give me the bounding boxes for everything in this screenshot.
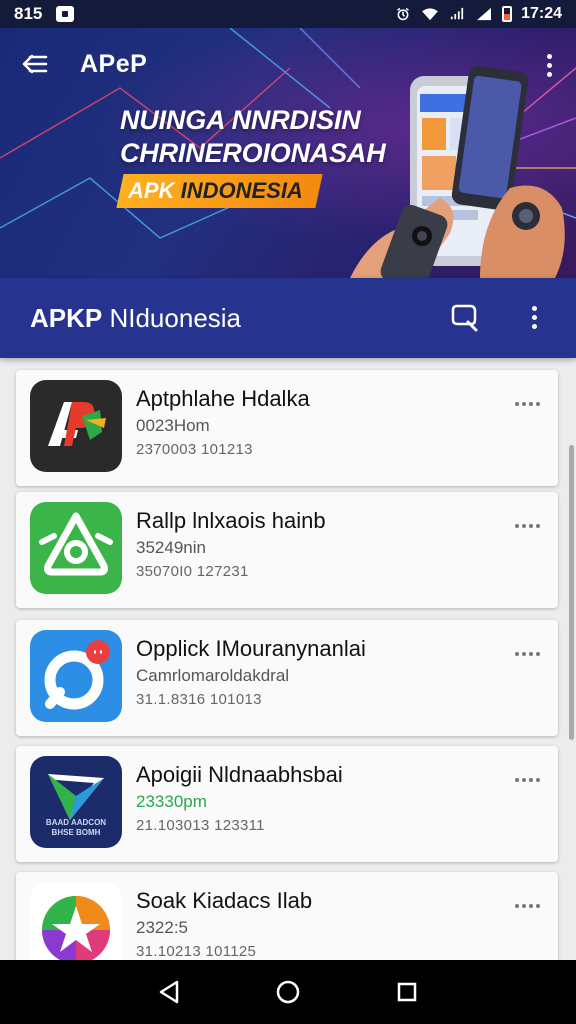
app-icon-caption: BAAD AADCON BHSE BOMH [45, 818, 107, 837]
hero-headline-line2: CHRINEROIONASAH [120, 138, 386, 168]
app-card[interactable]: BAAD AADCON BHSE BOMH Apoigii Nldnaabhsb… [16, 746, 558, 862]
app-more-icon[interactable] [515, 904, 540, 908]
app-dark-logo-icon [30, 380, 122, 472]
app-color-star-icon [30, 882, 122, 960]
app-green-triangle-icon [30, 502, 122, 594]
app-subtitle: 2322:5 [136, 918, 188, 937]
app-subtitle: Camrlomaroldakdral [136, 666, 290, 685]
app-name: Rallp lnlxaois hainb [136, 508, 326, 533]
search-icon[interactable] [448, 302, 480, 334]
signal-icon [450, 7, 464, 20]
status-time-left: 815 [14, 4, 43, 23]
status-bar: 815 17:24 [0, 0, 576, 28]
nav-home-icon[interactable] [273, 977, 303, 1007]
alarm-icon [397, 7, 409, 21]
app-name: Apoigii Nldnaabhsbai [136, 762, 343, 787]
hero-banner: APeP NUINGA NNRDISIN CHRINEROIONASAH APK… [0, 28, 576, 278]
app-subtitle: 23330pm [136, 792, 207, 811]
app-header-title: APKP NIduonesia [30, 303, 241, 334]
app-subtitle: 35249nin [136, 538, 206, 557]
app-date: 2370003 101213 [136, 441, 253, 458]
navigation-bar [0, 960, 576, 1024]
hero-tag-indonesia: INDONESIA [180, 178, 303, 203]
app-header-title-rest: NIduonesia [102, 302, 242, 333]
app-subtitle: 0023Hom [136, 416, 210, 435]
app-list: Aptphlahe Hdalka 0023Hom 2370003 101213 … [0, 358, 576, 960]
app-card[interactable]: Aptphlahe Hdalka 0023Hom 2370003 101213 [16, 370, 558, 486]
app-card[interactable]: Soak Kiadacs Ilab 2322:5 31.10213 101125 [16, 872, 558, 960]
app-card[interactable]: Opplick IMouranynanlai Camrlomaroldakdra… [16, 620, 558, 736]
hero-headline: NUINGA NNRDISIN CHRINEROIONASAH [120, 104, 386, 170]
battery-icon [502, 6, 513, 22]
app-card[interactable]: Rallp lnlxaois hainb 35249nin 35070I0 12… [16, 492, 558, 608]
app-name: Aptphlahe Hdalka [136, 386, 310, 411]
scrollbar[interactable] [569, 445, 574, 740]
app-date: 35070I0 127231 [136, 563, 249, 580]
signal-2-icon [477, 7, 492, 21]
header-more-icon[interactable] [532, 306, 537, 329]
app-date: 31.1.8316 101013 [136, 691, 262, 708]
app-name: Soak Kiadacs Ilab [136, 888, 313, 913]
nav-back-icon[interactable] [154, 977, 184, 1007]
hero-brand: APeP [80, 49, 148, 78]
nav-recents-icon[interactable] [392, 977, 422, 1007]
app-navy-arrow-icon: BAAD AADCON BHSE BOMH [30, 756, 122, 848]
app-blue-circle-icon [30, 630, 122, 722]
app-name: Opplick IMouranynanlai [136, 636, 366, 661]
app-header-title-bold: APKP [30, 302, 103, 333]
app-more-icon[interactable] [515, 652, 540, 656]
back-icon[interactable] [22, 49, 52, 79]
notification-icon [56, 6, 75, 22]
app-more-icon[interactable] [515, 402, 540, 406]
hero-headline-line1: NUINGA NNRDISIN [120, 105, 361, 135]
hero-tag: APK INDONESIA [116, 174, 323, 208]
hero-tag-apk: APK [128, 178, 175, 203]
app-more-icon[interactable] [515, 524, 540, 528]
app-more-icon[interactable] [515, 778, 540, 782]
app-header: APKP NIduonesia [0, 278, 576, 358]
screen: 815 17:24 APeP NUINGA NNRDISIN CHRINEROI… [0, 0, 576, 1024]
wifi-icon [422, 8, 438, 21]
app-date: 31.10213 101125 [136, 943, 257, 960]
app-date: 21.103013 123311 [136, 817, 265, 834]
status-time-right: 17:24 [521, 5, 562, 22]
